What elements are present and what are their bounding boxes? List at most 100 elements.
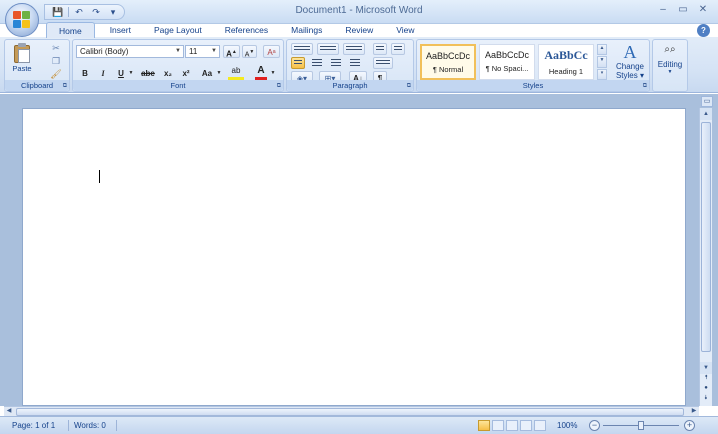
status-separator [68, 420, 69, 431]
page-count[interactable]: Page: 1 of 1 [12, 421, 55, 430]
zoom-slider-thumb[interactable] [638, 421, 644, 430]
numbering-button[interactable] [317, 43, 339, 55]
multilevel-list-button[interactable] [343, 43, 365, 55]
font-name-select[interactable]: Calibri (Body) ▼ [76, 45, 184, 58]
highlight-button[interactable]: ab [225, 64, 247, 80]
styles-launcher-icon[interactable]: ⧉ [643, 83, 647, 90]
editing-dropdown-icon: ▼ [667, 69, 673, 75]
copy-icon[interactable]: ❐ [49, 55, 63, 67]
binoculars-icon: ⌕⌕ [664, 44, 676, 55]
document-page[interactable] [22, 108, 686, 406]
view-ruler-icon[interactable]: ▭ [701, 96, 713, 107]
font-name-value: Calibri (Body) [80, 47, 129, 56]
horizontal-scroll-thumb[interactable] [16, 408, 684, 416]
close-button[interactable]: ✕ [696, 3, 710, 17]
align-left-button[interactable] [291, 57, 305, 69]
style-heading-1[interactable]: AaBbCc Heading 1 [538, 44, 594, 80]
cut-icon[interactable]: ✂ [49, 42, 63, 54]
scroll-down-icon[interactable]: ▼ [700, 362, 712, 374]
status-bar: Page: 1 of 1 Words: 0 100% − + [0, 416, 718, 434]
align-center-button[interactable] [310, 57, 324, 69]
font-color-label: A [257, 65, 265, 76]
font-group-label: Font [73, 80, 283, 91]
text-cursor [99, 170, 100, 183]
change-styles-label-2: Styles ▾ [615, 71, 645, 80]
outline-view-button[interactable] [520, 420, 532, 431]
clipboard-group-label: Clipboard [5, 80, 69, 91]
vertical-scrollbar[interactable]: ▲ ▼ ⯭ ● ⯯ [699, 108, 712, 406]
minimize-button[interactable]: – [656, 3, 670, 17]
print-layout-view-button[interactable] [478, 420, 490, 431]
increase-indent-button[interactable] [391, 43, 405, 55]
style-sample: AaBbCcDc [484, 50, 529, 60]
highlight-label: ab [231, 66, 241, 75]
web-layout-view-button[interactable] [506, 420, 518, 431]
tab-references[interactable]: References [217, 22, 276, 38]
shrink-font-button[interactable]: A▼ [242, 45, 257, 58]
style-name: ¶ No Spaci... [485, 64, 529, 73]
font-size-select[interactable]: 11 ▼ [185, 45, 220, 58]
tab-page-layout[interactable]: Page Layout [146, 22, 210, 38]
styles-gallery-scroll: ▲ ▼ ▾ [597, 44, 607, 80]
change-styles-button[interactable]: A Change Styles ▾ [613, 42, 647, 80]
clipboard-launcher-icon[interactable]: ⧉ [63, 83, 67, 90]
scroll-up-icon[interactable]: ▲ [700, 108, 712, 120]
office-logo-icon [13, 11, 31, 29]
paste-button[interactable]: Paste [9, 42, 35, 80]
justify-button[interactable] [348, 57, 362, 69]
clear-formatting-button[interactable]: Aᵃ [263, 45, 280, 58]
grow-font-button[interactable]: A▲ [223, 45, 240, 59]
align-right-button[interactable] [329, 57, 343, 69]
scroll-left-icon[interactable]: ◀ [4, 407, 14, 416]
ribbon-tabs: Home Insert Page Layout References Maili… [46, 22, 430, 38]
editing-button[interactable]: ⌕⌕ Editing ▼ [653, 44, 687, 75]
styles-group: AaBbCcDc ¶ Normal AaBbCcDc ¶ No Spaci...… [416, 39, 650, 92]
next-page-icon[interactable]: ⯯ [700, 395, 712, 402]
bold-button[interactable]: B [79, 67, 91, 80]
help-icon[interactable]: ? [697, 24, 710, 37]
tab-insert[interactable]: Insert [102, 22, 139, 38]
zoom-out-icon[interactable]: − [589, 420, 600, 431]
decrease-indent-button[interactable] [373, 43, 387, 55]
restore-button[interactable]: ▭ [676, 3, 690, 17]
draft-view-button[interactable] [534, 420, 546, 431]
format-painter-icon[interactable]: 🖌 [49, 68, 63, 80]
line-spacing-button[interactable] [373, 57, 393, 69]
styles-scroll-down-icon[interactable]: ▼ [597, 56, 607, 68]
status-separator [116, 420, 117, 431]
previous-page-icon[interactable]: ⯭ [700, 375, 712, 382]
zoom-in-icon[interactable]: + [684, 420, 695, 431]
window-controls: – ▭ ✕ [656, 3, 710, 17]
style-no-spacing[interactable]: AaBbCcDc ¶ No Spaci... [479, 44, 535, 80]
horizontal-scrollbar[interactable]: ◀ ▶ [4, 406, 699, 416]
bullets-button[interactable] [291, 43, 313, 55]
tab-home[interactable]: Home [46, 22, 95, 38]
browse-object-icon[interactable]: ● [700, 385, 712, 391]
full-screen-reading-view-button[interactable] [492, 420, 504, 431]
strikethrough-button[interactable]: abe [139, 67, 157, 80]
change-case-button[interactable]: Aa [199, 67, 215, 80]
styles-more-icon[interactable]: ▾ [597, 68, 607, 80]
styles-scroll-up-icon[interactable]: ▲ [597, 44, 607, 56]
font-color-button[interactable]: A [253, 64, 269, 80]
change-case-dropdown-icon[interactable]: ▼ [216, 67, 222, 80]
paragraph-launcher-icon[interactable]: ⧉ [407, 83, 411, 90]
font-color-dropdown-icon[interactable]: ▼ [270, 67, 276, 80]
subscript-button[interactable]: x₂ [161, 67, 175, 80]
scroll-right-icon[interactable]: ▶ [689, 407, 699, 416]
vertical-scroll-thumb[interactable] [701, 122, 711, 352]
superscript-button[interactable]: x² [179, 67, 193, 80]
tab-review[interactable]: Review [337, 22, 381, 38]
tab-view[interactable]: View [388, 22, 422, 38]
paste-label: Paste [12, 64, 32, 73]
zoom-level[interactable]: 100% [557, 421, 577, 430]
underline-dropdown-icon[interactable]: ▼ [128, 67, 134, 80]
font-launcher-icon[interactable]: ⧉ [277, 83, 281, 90]
italic-button[interactable]: I [97, 67, 109, 80]
underline-button[interactable]: U [115, 67, 127, 80]
tab-mailings[interactable]: Mailings [283, 22, 330, 38]
word-count[interactable]: Words: 0 [74, 421, 106, 430]
style-normal[interactable]: AaBbCcDc ¶ Normal [420, 44, 476, 80]
paragraph-group: ◈▾ ⊞▾ A↓ ¶ Paragraph ⧉ [286, 39, 414, 92]
office-button[interactable] [5, 3, 39, 37]
